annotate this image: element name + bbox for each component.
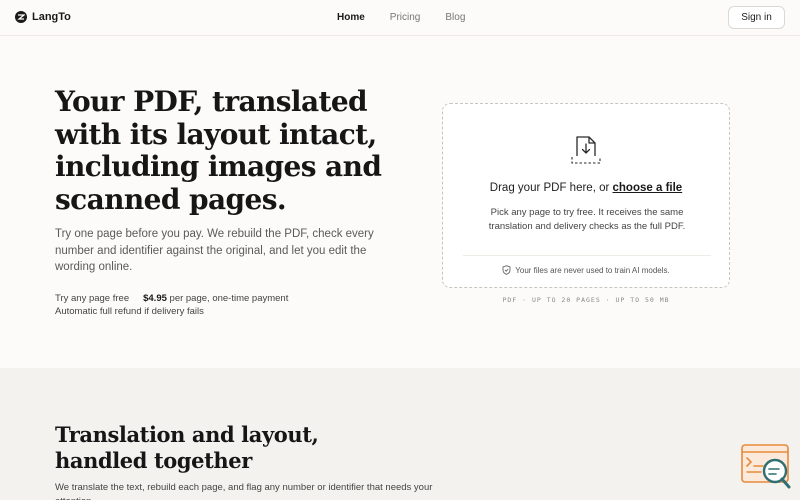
dropzone-divider (463, 255, 711, 256)
privacy-note: Your files are never used to train AI mo… (443, 265, 729, 275)
upload-limits: PDF · UP TO 20 PAGES · UP TO 50 MB (502, 296, 670, 304)
section-title: Translation and layout, handled together (55, 422, 319, 473)
section-subtitle: We translate the text, rebuild each page… (55, 482, 433, 500)
brand-logo[interactable]: LangTo (15, 11, 71, 23)
nav-link-pricing[interactable]: Pricing (390, 12, 421, 23)
hero-title: Your PDF, translated with its layout int… (55, 85, 382, 216)
nav-links: Home Pricing Blog (337, 12, 465, 23)
brand-name: LangTo (32, 11, 71, 23)
features-section: Translation and layout, handled together… (0, 368, 800, 500)
logo-mark-icon (15, 11, 27, 23)
refund-note: Automatic full refund if delivery fails (55, 305, 204, 317)
choose-file-link[interactable]: choose a file (613, 182, 683, 194)
price-value: $4.95 (143, 293, 167, 304)
dropzone-prompt: Drag your PDF here, or (489, 182, 610, 194)
free-trial-label: Try any page free (55, 293, 130, 304)
sign-in-button[interactable]: Sign in (728, 6, 785, 29)
top-nav: LangTo Home Pricing Blog Sign in (0, 0, 800, 36)
hero-subtitle: Try one page before you pay. We rebuild … (55, 228, 374, 273)
dropzone-title: Drag your PDF here, or choose a file (443, 182, 729, 194)
pricing-info: Try any page free $4.95 per page, one-ti… (55, 293, 288, 318)
price-suffix: per page, one-time payment (169, 293, 289, 304)
pdf-dropzone[interactable]: Drag your PDF here, or choose a file Pic… (442, 103, 730, 288)
dropzone-description: Pick any page to try free. It receives t… (488, 207, 686, 232)
nav-link-home[interactable]: Home (337, 12, 365, 23)
privacy-note-text: Your files are never used to train AI mo… (515, 265, 670, 275)
document-download-icon (571, 136, 601, 164)
chat-search-icon[interactable] (741, 444, 791, 490)
nav-link-blog[interactable]: Blog (445, 12, 465, 23)
shield-check-icon (502, 265, 511, 275)
